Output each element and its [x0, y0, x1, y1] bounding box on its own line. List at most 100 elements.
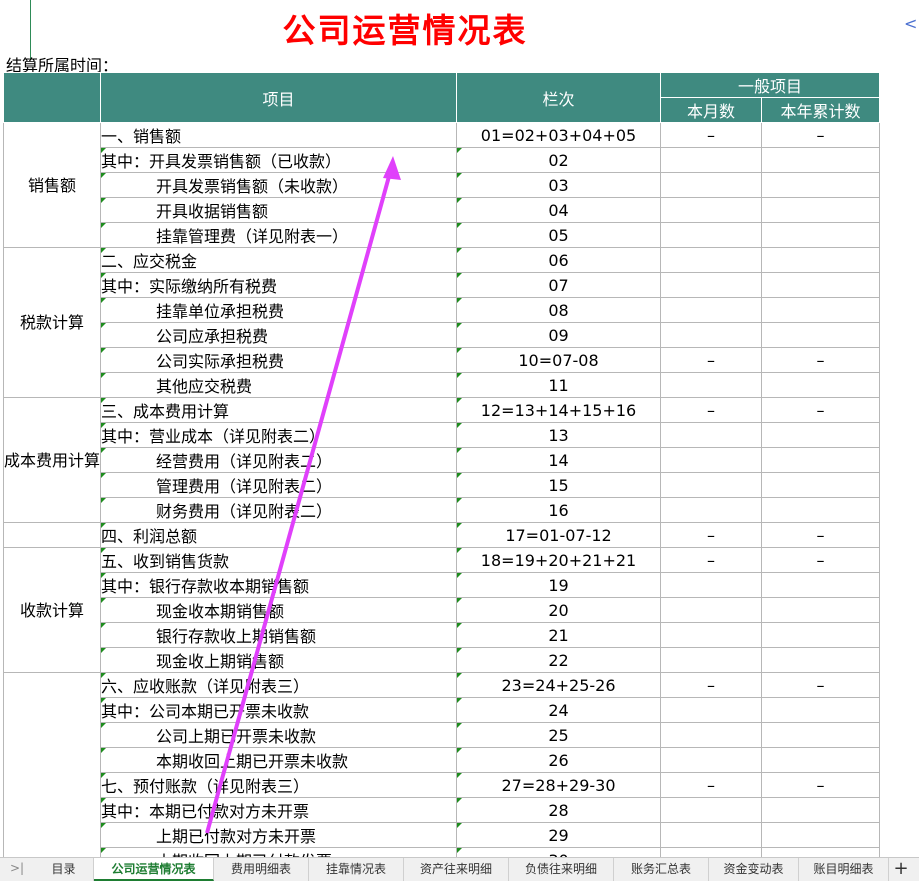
item-cell[interactable]: 一、销售额	[100, 122, 458, 148]
month-cell[interactable]	[660, 322, 763, 348]
year-cell[interactable]	[761, 622, 881, 648]
item-cell[interactable]: 二、应交税金	[100, 247, 458, 273]
code-cell[interactable]: 08	[456, 297, 662, 323]
year-cell[interactable]	[761, 272, 881, 298]
item-cell[interactable]: 经营费用（详见附表二）	[100, 447, 458, 473]
year-cell[interactable]	[761, 797, 881, 823]
item-cell[interactable]: 三、成本费用计算	[100, 397, 458, 423]
code-cell[interactable]: 27=28+29-30	[456, 772, 662, 798]
item-cell[interactable]: 其他应交税费	[100, 372, 458, 398]
year-cell[interactable]	[761, 372, 881, 398]
month-cell[interactable]	[660, 597, 763, 623]
sheet-tab[interactable]: 挂靠情况表	[309, 858, 404, 881]
year-cell[interactable]	[761, 497, 881, 523]
month-cell[interactable]	[660, 297, 763, 323]
code-cell[interactable]: 05	[456, 222, 662, 248]
item-cell[interactable]: 其中：实际缴纳所有税费	[100, 272, 458, 298]
month-cell[interactable]: –	[660, 347, 763, 373]
code-cell[interactable]: 02	[456, 147, 662, 173]
year-cell[interactable]	[761, 197, 881, 223]
code-cell[interactable]: 01=02+03+04+05	[456, 122, 662, 148]
code-cell[interactable]: 21	[456, 622, 662, 648]
year-cell[interactable]	[761, 572, 881, 598]
month-cell[interactable]	[660, 572, 763, 598]
year-cell[interactable]	[761, 822, 881, 848]
item-cell[interactable]: 其中：银行存款收本期销售额	[100, 572, 458, 598]
code-cell[interactable]: 11	[456, 372, 662, 398]
code-cell[interactable]: 12=13+14+15+16	[456, 397, 662, 423]
item-cell[interactable]: 财务费用（详见附表二）	[100, 497, 458, 523]
category-cell[interactable]: 税款计算	[2, 247, 102, 398]
year-cell[interactable]	[761, 597, 881, 623]
year-cell[interactable]: –	[761, 672, 881, 698]
month-cell[interactable]	[660, 372, 763, 398]
tab-scroll-icon[interactable]: >|	[6, 861, 28, 875]
item-cell[interactable]: 现金收上期销售额	[100, 647, 458, 673]
code-cell[interactable]: 13	[456, 422, 662, 448]
sheet-tab[interactable]: 目录	[34, 858, 94, 881]
item-cell[interactable]: 六、应收账款（详见附表三）	[100, 672, 458, 698]
year-cell[interactable]	[761, 147, 881, 173]
month-cell[interactable]	[660, 822, 763, 848]
code-cell[interactable]: 18=19+20+21+21	[456, 547, 662, 573]
category-cell[interactable]: 成本费用计算	[2, 397, 102, 523]
year-cell[interactable]	[761, 722, 881, 748]
year-cell[interactable]: –	[761, 122, 881, 148]
item-cell[interactable]: 上期已付款对方未开票	[100, 822, 458, 848]
month-cell[interactable]	[660, 797, 763, 823]
month-cell[interactable]	[660, 697, 763, 723]
code-cell[interactable]: 22	[456, 647, 662, 673]
code-cell[interactable]: 23=24+25-26	[456, 672, 662, 698]
item-cell[interactable]: 开具收据销售额	[100, 197, 458, 223]
month-cell[interactable]: –	[660, 772, 763, 798]
item-cell[interactable]: 四、利润总额	[100, 522, 458, 548]
code-cell[interactable]: 19	[456, 572, 662, 598]
month-cell[interactable]	[660, 222, 763, 248]
item-cell[interactable]: 其中：营业成本（详见附表二）	[100, 422, 458, 448]
month-cell[interactable]	[660, 147, 763, 173]
item-cell[interactable]: 开具发票销售额（未收款）	[100, 172, 458, 198]
item-cell[interactable]: 其中：本期已付款对方未开票	[100, 797, 458, 823]
item-cell[interactable]: 其中：公司本期已开票未收款	[100, 697, 458, 723]
item-cell[interactable]: 现金收本期销售额	[100, 597, 458, 623]
year-cell[interactable]	[761, 322, 881, 348]
item-cell[interactable]: 银行存款收上期销售额	[100, 622, 458, 648]
month-cell[interactable]	[660, 422, 763, 448]
code-cell[interactable]: 17=01-07-12	[456, 522, 662, 548]
year-cell[interactable]: –	[761, 772, 881, 798]
sheet-tab[interactable]: 资产往来明细	[404, 858, 509, 881]
code-cell[interactable]: 24	[456, 697, 662, 723]
year-cell[interactable]	[761, 222, 881, 248]
year-cell[interactable]	[761, 747, 881, 773]
item-cell[interactable]: 公司实际承担税费	[100, 347, 458, 373]
month-cell[interactable]: –	[660, 122, 763, 148]
year-cell[interactable]	[761, 697, 881, 723]
sheet-tab[interactable]: 公司运营情况表	[94, 858, 214, 881]
code-cell[interactable]: 16	[456, 497, 662, 523]
code-cell[interactable]: 07	[456, 272, 662, 298]
sheet-tab[interactable]: 账目明细表	[799, 858, 889, 881]
item-cell[interactable]: 挂靠管理费（详见附表一）	[100, 222, 458, 248]
code-cell[interactable]: 03	[456, 172, 662, 198]
code-cell[interactable]: 09	[456, 322, 662, 348]
code-cell[interactable]: 10=07-08	[456, 347, 662, 373]
year-cell[interactable]: –	[761, 522, 881, 548]
month-cell[interactable]	[660, 447, 763, 473]
year-cell[interactable]	[761, 247, 881, 273]
code-cell[interactable]: 15	[456, 472, 662, 498]
sheet-tab[interactable]: 账务汇总表	[614, 858, 709, 881]
item-cell[interactable]: 挂靠单位承担税费	[100, 297, 458, 323]
add-sheet-button[interactable]: +	[890, 858, 912, 880]
month-cell[interactable]	[660, 622, 763, 648]
year-cell[interactable]	[761, 472, 881, 498]
code-cell[interactable]: 06	[456, 247, 662, 273]
code-cell[interactable]: 28	[456, 797, 662, 823]
month-cell[interactable]: –	[660, 522, 763, 548]
code-cell[interactable]: 26	[456, 747, 662, 773]
year-cell[interactable]	[761, 647, 881, 673]
category-cell[interactable]	[2, 522, 102, 548]
month-cell[interactable]	[660, 472, 763, 498]
year-cell[interactable]	[761, 172, 881, 198]
item-cell[interactable]: 公司应承担税费	[100, 322, 458, 348]
code-cell[interactable]: 20	[456, 597, 662, 623]
